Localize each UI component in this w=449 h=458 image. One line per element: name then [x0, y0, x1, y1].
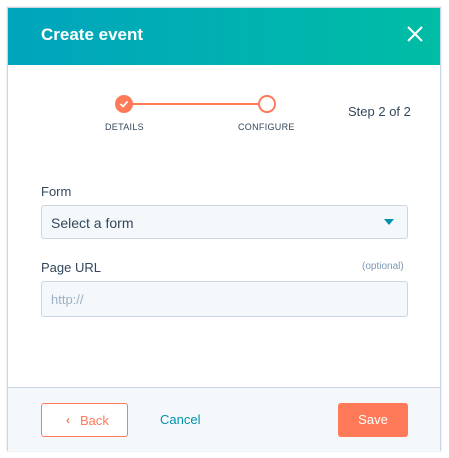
page-url-label: Page URL: [41, 260, 101, 275]
cancel-button[interactable]: Cancel: [160, 412, 200, 427]
chevron-left-icon: ‹: [66, 413, 70, 427]
step-counter: Step 2 of 2: [348, 104, 411, 119]
caret-down-icon: [384, 219, 394, 225]
dialog-footer: ‹ Back Cancel Save: [8, 387, 440, 451]
optional-hint: (optional): [362, 261, 404, 272]
create-event-dialog: Create event DETAILS CONFIGURE Step 2 of…: [7, 7, 441, 451]
checkmark-icon: [119, 100, 129, 108]
form-select[interactable]: Select a form: [41, 205, 408, 239]
step-connector: [132, 103, 266, 105]
dialog-title: Create event: [41, 25, 144, 44]
step-details-dot[interactable]: [115, 95, 133, 113]
step-configure-dot: [258, 95, 276, 113]
close-icon[interactable]: [405, 24, 425, 44]
form-label: Form: [41, 184, 72, 199]
stepper: DETAILS CONFIGURE Step 2 of 2: [8, 65, 440, 145]
save-button[interactable]: Save: [338, 403, 408, 437]
step-details-label: DETAILS: [105, 122, 144, 132]
back-button[interactable]: ‹ Back: [41, 403, 128, 437]
back-button-label: Back: [80, 413, 109, 428]
step-configure-label: CONFIGURE: [238, 122, 295, 132]
form-select-value: Select a form: [51, 215, 134, 231]
page-url-input[interactable]: [41, 281, 408, 317]
dialog-header: Create event: [8, 8, 440, 65]
